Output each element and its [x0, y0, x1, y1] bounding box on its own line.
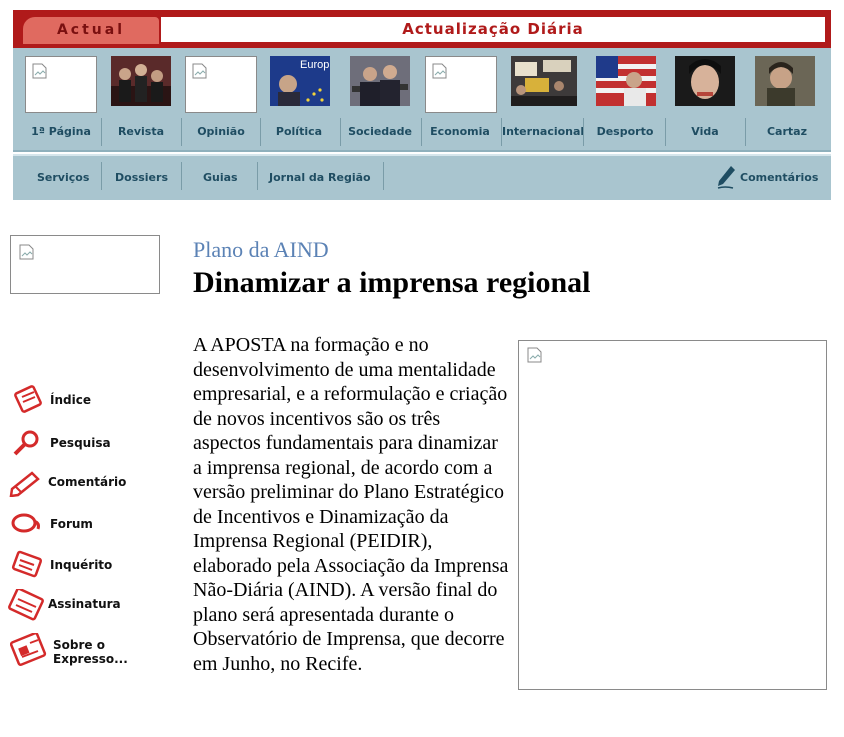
- survey-icon: [11, 550, 43, 578]
- thumb-economia[interactable]: [425, 56, 497, 113]
- thumb-opiniao[interactable]: [185, 56, 257, 113]
- nav-vida[interactable]: Vida: [665, 125, 745, 138]
- subnav-guias[interactable]: Guias: [203, 171, 238, 184]
- europe-thumb-text: Europ: [300, 59, 329, 71]
- nav-revista[interactable]: Revista: [101, 125, 181, 138]
- subnav-dossiers[interactable]: Dossiers: [115, 171, 168, 184]
- nav-economia[interactable]: Economia: [420, 125, 500, 138]
- subscription-icon: [8, 589, 44, 621]
- article-broken-image: [518, 340, 827, 690]
- sidebar-label: Assinatura: [48, 597, 121, 611]
- nav-sociedade[interactable]: Sociedade: [340, 125, 420, 138]
- daily-update-title: Actualização Diária: [161, 17, 825, 42]
- nav-internacional[interactable]: Internacional: [502, 125, 584, 138]
- nav-separator: [101, 162, 102, 190]
- subnav-jornal-da-regiao[interactable]: Jornal da Região: [269, 171, 371, 184]
- forum-icon: [11, 513, 40, 533]
- article-body: A APOSTA na formação e no desenvolviment…: [193, 334, 509, 675]
- thumb-cartaz[interactable]: [755, 56, 815, 113]
- tab-actual[interactable]: Actual: [23, 17, 159, 44]
- sidebar-item-pesquisa[interactable]: Pesquisa: [10, 428, 170, 458]
- broken-image-icon: [192, 63, 207, 79]
- sidebar-item-inquerito[interactable]: Inquérito: [10, 550, 170, 580]
- sidebar-label-about: Sobre o Expresso...: [53, 638, 128, 666]
- sidebar-item-forum[interactable]: Forum: [10, 509, 170, 539]
- broken-image-icon: [527, 347, 542, 363]
- nav-separator: [257, 162, 258, 190]
- top-banner: Actual Actualização Diária: [13, 10, 831, 48]
- thumb-politica[interactable]: Europ: [270, 56, 330, 113]
- thumb-sociedade[interactable]: [350, 56, 410, 113]
- about-icon: [10, 633, 47, 667]
- index-icon: [14, 385, 42, 413]
- broken-image-icon: [19, 244, 34, 260]
- thumb-internacional[interactable]: [511, 56, 577, 113]
- nav-separator: [583, 118, 584, 146]
- sidebar-label: Forum: [50, 517, 93, 531]
- vida-photo: [675, 56, 735, 106]
- section-nav-panel: Europ 1ª Página Revista Opinião Política…: [13, 48, 831, 152]
- cartaz-photo: [755, 56, 815, 106]
- nav-separator: [383, 162, 384, 190]
- sidebar-item-sobre-o-expresso[interactable]: Sobre o Expresso...: [10, 633, 170, 673]
- internacional-photo: [511, 56, 577, 106]
- article-headline: Dinamizar a imprensa regional: [193, 266, 591, 299]
- sidebar-label: Índice: [50, 393, 91, 407]
- sidebar-item-indice[interactable]: Índice: [10, 385, 170, 415]
- thumb-revista[interactable]: [111, 56, 171, 113]
- sidebar-label: Comentário: [48, 475, 127, 489]
- sidebar-item-comentario[interactable]: Comentário: [8, 467, 168, 497]
- pen-icon[interactable]: [715, 164, 737, 190]
- thumb-vida[interactable]: [675, 56, 735, 113]
- subnav-servicos[interactable]: Serviços: [37, 171, 89, 184]
- broken-image-icon: [32, 63, 47, 79]
- article-kicker: Plano da AIND: [193, 237, 329, 262]
- sidebar-item-assinatura[interactable]: Assinatura: [8, 589, 168, 621]
- nav-separator: [181, 162, 182, 190]
- pencil-icon: [9, 471, 40, 497]
- sidebar-label: Pesquisa: [50, 436, 111, 450]
- nav-separator: [745, 118, 746, 146]
- nav-politica[interactable]: Política: [259, 125, 339, 138]
- sidebar-label-line2: Expresso...: [53, 652, 128, 666]
- nav-primeira-pagina[interactable]: 1ª Página: [21, 125, 101, 138]
- nav-cartaz[interactable]: Cartaz: [747, 125, 827, 138]
- left-broken-image: [10, 235, 160, 294]
- revista-photo: [111, 56, 171, 106]
- sociedade-photo: [350, 56, 410, 106]
- thumb-desporto[interactable]: [596, 56, 656, 113]
- nav-opiniao[interactable]: Opinião: [181, 125, 261, 138]
- secondary-nav: Serviços Dossiers Guias Jornal da Região…: [13, 154, 831, 200]
- subnav-comentarios[interactable]: Comentários: [740, 171, 818, 184]
- politica-photo: Europ: [270, 56, 330, 106]
- nav-desporto[interactable]: Desporto: [585, 125, 665, 138]
- desporto-photo: [596, 56, 656, 106]
- broken-image-icon: [432, 63, 447, 79]
- sidebar-label: Inquérito: [50, 558, 113, 572]
- thumb-primeira-pagina[interactable]: [25, 56, 97, 113]
- sidebar-label-line1: Sobre o: [53, 638, 105, 652]
- search-icon: [13, 430, 39, 456]
